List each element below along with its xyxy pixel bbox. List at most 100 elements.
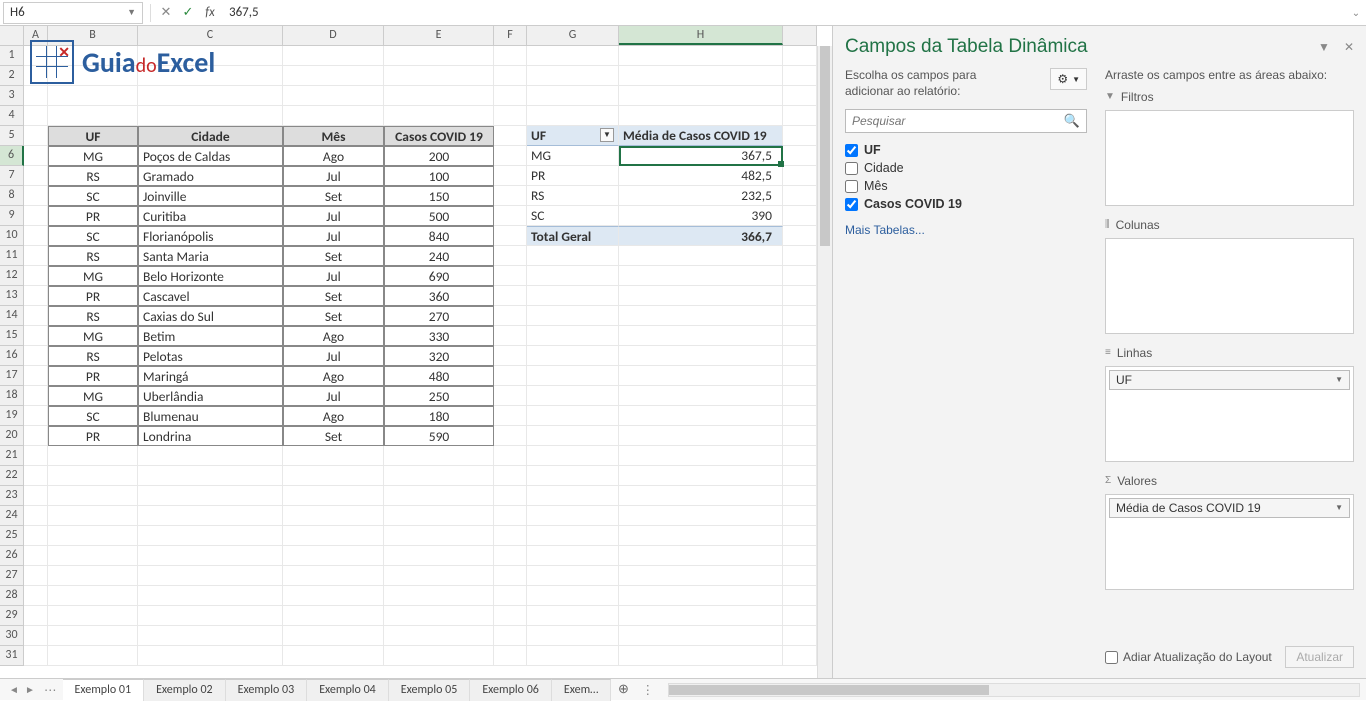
cell[interactable]: 200 [384, 146, 494, 166]
cell[interactable] [527, 506, 619, 526]
cell[interactable] [283, 606, 384, 626]
cell[interactable] [24, 546, 48, 566]
cell[interactable]: 482,5 [619, 166, 783, 186]
cell[interactable] [48, 546, 138, 566]
row-header-13[interactable]: 13 [0, 286, 24, 306]
cell[interactable] [138, 526, 283, 546]
cell[interactable] [527, 366, 619, 386]
chevron-down-icon[interactable]: ▼ [127, 7, 136, 18]
cell[interactable] [384, 506, 494, 526]
row-header-10[interactable]: 10 [0, 226, 24, 246]
cell[interactable]: 232,5 [619, 186, 783, 206]
cell[interactable]: Média de Casos COVID 19 [619, 126, 783, 146]
cell[interactable] [619, 606, 783, 626]
cell[interactable]: 320 [384, 346, 494, 366]
cell[interactable] [48, 486, 138, 506]
col-header-E[interactable]: E [384, 26, 494, 45]
cell[interactable] [384, 606, 494, 626]
cell[interactable]: 250 [384, 386, 494, 406]
cell[interactable] [138, 106, 283, 126]
row-header-28[interactable]: 28 [0, 586, 24, 606]
more-tables-link[interactable]: Mais Tabelas... [845, 223, 1087, 237]
field-checkbox[interactable] [845, 180, 858, 193]
field-item[interactable]: Mês [845, 177, 1087, 195]
cell[interactable] [494, 346, 527, 366]
cell[interactable] [527, 566, 619, 586]
row-header-25[interactable]: 25 [0, 526, 24, 546]
cell[interactable]: 180 [384, 406, 494, 426]
cell[interactable] [384, 586, 494, 606]
cell[interactable]: Uberlândia [138, 386, 283, 406]
cell[interactable] [494, 546, 527, 566]
cell[interactable] [527, 46, 619, 66]
cell[interactable] [24, 226, 48, 246]
cell[interactable] [283, 486, 384, 506]
cell[interactable] [619, 406, 783, 426]
cell[interactable] [384, 106, 494, 126]
cell[interactable] [384, 546, 494, 566]
cell[interactable] [24, 386, 48, 406]
cell[interactable]: Curitiba [138, 206, 283, 226]
cell[interactable]: 840 [384, 226, 494, 246]
cell[interactable]: Set [283, 286, 384, 306]
cell[interactable] [24, 366, 48, 386]
cell[interactable]: Florianópolis [138, 226, 283, 246]
cell[interactable]: Ago [283, 406, 384, 426]
cell[interactable] [24, 266, 48, 286]
cell[interactable]: Total Geral [527, 226, 619, 246]
cancel-icon[interactable]: ✕ [155, 5, 177, 20]
name-box[interactable]: H6 ▼ [3, 2, 143, 24]
cell[interactable] [24, 646, 48, 666]
cell[interactable] [138, 446, 283, 466]
formula-input[interactable]: 367,5 [221, 2, 1346, 24]
sheet-tab[interactable]: Exemplo 04 [307, 679, 389, 701]
cell[interactable] [494, 286, 527, 306]
sheet-tab[interactable]: Exemplo 05 [389, 679, 471, 701]
cell[interactable]: Blumenau [138, 406, 283, 426]
col-header-G[interactable]: G [527, 26, 619, 45]
row-header-14[interactable]: 14 [0, 306, 24, 326]
cell[interactable] [494, 186, 527, 206]
row-header-24[interactable]: 24 [0, 506, 24, 526]
row-header-31[interactable]: 31 [0, 646, 24, 666]
cell[interactable] [494, 166, 527, 186]
cell[interactable] [494, 86, 527, 106]
cell[interactable] [619, 386, 783, 406]
cell[interactable]: Ago [283, 146, 384, 166]
row-header-20[interactable]: 20 [0, 426, 24, 446]
select-all-corner[interactable] [0, 26, 24, 45]
cell[interactable]: 390 [619, 206, 783, 226]
cell[interactable] [138, 606, 283, 626]
row-header-4[interactable]: 4 [0, 106, 24, 126]
cell[interactable] [494, 446, 527, 466]
cell[interactable]: 100 [384, 166, 494, 186]
row-header-2[interactable]: 2 [0, 66, 24, 86]
cell[interactable] [527, 586, 619, 606]
cell[interactable] [494, 306, 527, 326]
cell[interactable]: Belo Horizonte [138, 266, 283, 286]
row-header-21[interactable]: 21 [0, 446, 24, 466]
cell[interactable] [24, 186, 48, 206]
cell[interactable] [494, 586, 527, 606]
row-header-19[interactable]: 19 [0, 406, 24, 426]
gear-button[interactable]: ⚙▼ [1050, 68, 1087, 90]
cell[interactable] [384, 46, 494, 66]
cell[interactable] [527, 446, 619, 466]
cell[interactable] [527, 486, 619, 506]
cell[interactable] [24, 206, 48, 226]
cell[interactable] [24, 246, 48, 266]
cell[interactable]: Santa Maria [138, 246, 283, 266]
cell[interactable] [494, 606, 527, 626]
cell[interactable]: Jul [283, 226, 384, 246]
cell[interactable] [24, 166, 48, 186]
scroll-thumb[interactable] [669, 685, 989, 695]
row-header-22[interactable]: 22 [0, 466, 24, 486]
row-header-15[interactable]: 15 [0, 326, 24, 346]
cell[interactable] [527, 86, 619, 106]
cell[interactable]: UF▼ [527, 126, 619, 146]
sheet-tab[interactable]: Exemplo 01 [63, 679, 145, 701]
scroll-thumb[interactable] [820, 46, 830, 246]
field-checkbox[interactable] [845, 144, 858, 157]
field-item[interactable]: Cidade [845, 159, 1087, 177]
cell[interactable] [384, 466, 494, 486]
